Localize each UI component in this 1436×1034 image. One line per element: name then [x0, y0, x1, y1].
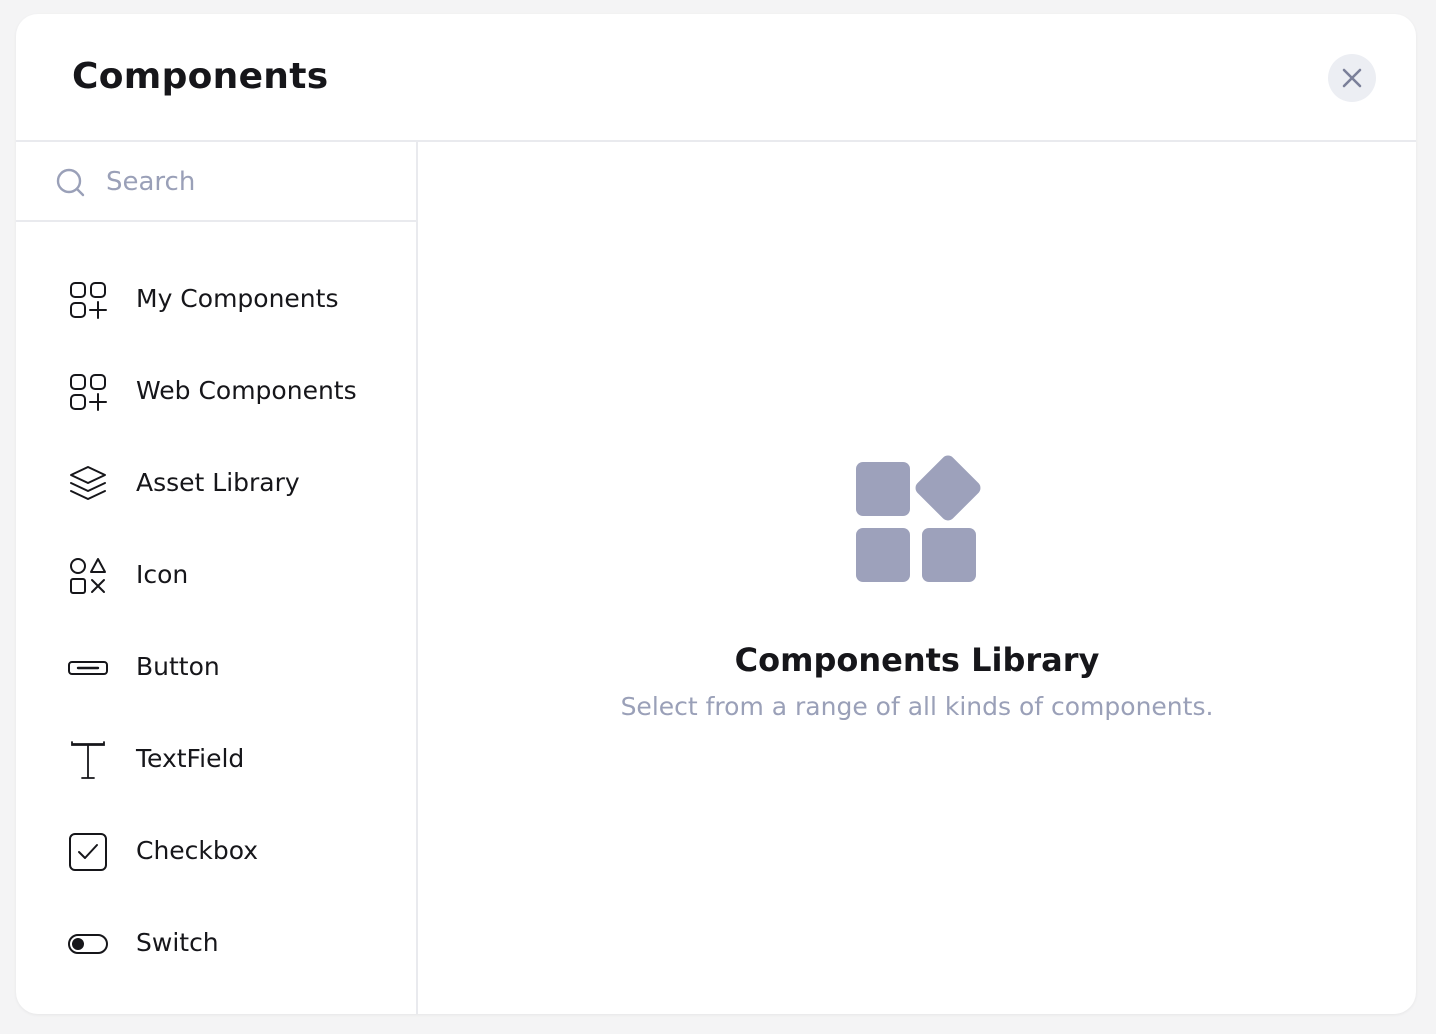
sidebar-item-label: My Components [136, 284, 339, 313]
components-modal: Components My Components [16, 14, 1416, 1014]
switch-icon [68, 934, 108, 954]
layers-icon [70, 466, 106, 500]
sidebar-item-button[interactable]: Button [16, 620, 416, 712]
sidebar-item-label: TextField [136, 744, 245, 773]
search-input[interactable] [106, 162, 396, 202]
close-button[interactable] [1328, 54, 1376, 102]
empty-state-subtitle: Select from a range of all kinds of comp… [620, 692, 1214, 721]
component-category-list: My Components Web Components Asset Libra… [16, 252, 416, 988]
grid-plus-icon [70, 282, 107, 319]
search-icon [56, 168, 85, 197]
sidebar-item-checkbox[interactable]: Checkbox [16, 804, 416, 896]
shapes-icon [70, 558, 106, 594]
sidebar: My Components Web Components Asset Libra… [16, 142, 418, 1014]
modal-header: Components [16, 14, 1416, 142]
sidebar-item-textfield[interactable]: TextField [16, 712, 416, 804]
text-icon [71, 741, 105, 779]
main-panel: Components Library Select from a range o… [418, 142, 1416, 1014]
sidebar-item-label: Web Components [136, 376, 357, 405]
button-icon [68, 661, 108, 675]
sidebar-item-label: Checkbox [136, 836, 259, 865]
sidebar-item-label: Icon [136, 560, 189, 589]
sidebar-item-label: Button [136, 652, 220, 681]
modal-title: Components [72, 56, 329, 97]
sidebar-item-label: Asset Library [136, 468, 300, 497]
sidebar-item-label: Switch [136, 928, 219, 957]
grid-plus-icon [70, 374, 107, 411]
sidebar-item-icon[interactable]: Icon [16, 528, 416, 620]
search-bar [16, 142, 416, 222]
checkbox-icon [69, 833, 107, 871]
sidebar-item-switch[interactable]: Switch [16, 896, 416, 988]
sidebar-item-web-components[interactable]: Web Components [16, 344, 416, 436]
components-library-icon [856, 455, 981, 582]
close-icon [1342, 68, 1362, 88]
empty-state-title: Components Library [734, 641, 1100, 679]
sidebar-item-my-components[interactable]: My Components [16, 252, 416, 344]
sidebar-item-asset-library[interactable]: Asset Library [16, 436, 416, 528]
